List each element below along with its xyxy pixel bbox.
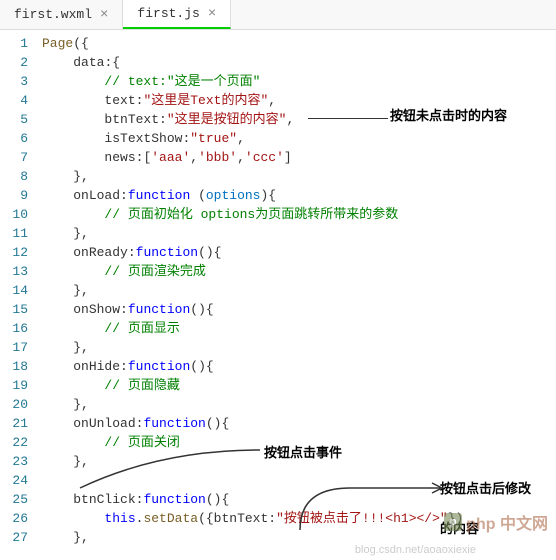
code-line[interactable]: Page({: [42, 34, 556, 53]
line-number: 27: [0, 528, 28, 547]
line-number: 10: [0, 205, 28, 224]
tab-label: first.wxml: [14, 7, 92, 22]
tab-bar: first.wxml × first.js ×: [0, 0, 556, 30]
watermark-logo: p php 中文网: [444, 510, 548, 534]
code-line[interactable]: data:{: [42, 53, 556, 72]
line-number: 9: [0, 186, 28, 205]
close-icon[interactable]: ×: [208, 6, 216, 22]
line-number: 17: [0, 338, 28, 357]
line-number: 6: [0, 129, 28, 148]
code-line[interactable]: onHide:function(){: [42, 357, 556, 376]
code-line[interactable]: // 页面渲染完成: [42, 262, 556, 281]
tab-js[interactable]: first.js ×: [123, 0, 231, 29]
code-line[interactable]: // 页面初始化 options为页面跳转所带来的参数: [42, 205, 556, 224]
line-gutter: 1234567891011121314151617181920212223242…: [0, 30, 42, 560]
code-line[interactable]: },: [42, 395, 556, 414]
line-number: 11: [0, 224, 28, 243]
code-line[interactable]: // text:"这是一个页面": [42, 72, 556, 91]
line-number: 13: [0, 262, 28, 281]
line-number: 15: [0, 300, 28, 319]
line-number: 12: [0, 243, 28, 262]
annotation-after-click-1: 按钮点击后修改: [440, 478, 531, 497]
line-number: 1: [0, 34, 28, 53]
line-number: 20: [0, 395, 28, 414]
code-line[interactable]: onShow:function(){: [42, 300, 556, 319]
code-line[interactable]: // 页面隐藏: [42, 376, 556, 395]
code-line[interactable]: isTextShow:"true",: [42, 129, 556, 148]
code-line[interactable]: },: [42, 224, 556, 243]
line-number: 18: [0, 357, 28, 376]
line-number: 16: [0, 319, 28, 338]
code-line[interactable]: onReady:function(){: [42, 243, 556, 262]
code-line[interactable]: onLoad:function (options){: [42, 186, 556, 205]
line-number: 14: [0, 281, 28, 300]
close-icon[interactable]: ×: [100, 7, 108, 23]
annotation-arrow: [290, 480, 450, 540]
code-line[interactable]: onUnload:function(){: [42, 414, 556, 433]
line-number: 25: [0, 490, 28, 509]
tab-wxml[interactable]: first.wxml ×: [0, 0, 123, 29]
line-number: 23: [0, 452, 28, 471]
code-line[interactable]: news:['aaa','bbb','ccc']: [42, 148, 556, 167]
code-line[interactable]: },: [42, 281, 556, 300]
line-number: 5: [0, 110, 28, 129]
line-number: 7: [0, 148, 28, 167]
code-line[interactable]: },: [42, 338, 556, 357]
annotation-line: [308, 118, 388, 119]
line-number: 24: [0, 471, 28, 490]
code-line[interactable]: },: [42, 167, 556, 186]
watermark-url: blog.csdn.net/aoaoxiexie: [355, 544, 476, 556]
line-number: 2: [0, 53, 28, 72]
line-number: 22: [0, 433, 28, 452]
line-number: 3: [0, 72, 28, 91]
annotation-click-event: 按钮点击事件: [264, 442, 342, 461]
line-number: 4: [0, 91, 28, 110]
line-number: 26: [0, 509, 28, 528]
line-number: 21: [0, 414, 28, 433]
line-number: 8: [0, 167, 28, 186]
line-number: 19: [0, 376, 28, 395]
tab-label: first.js: [137, 6, 199, 21]
code-line[interactable]: // 页面显示: [42, 319, 556, 338]
annotation-unclicked: 按钮未点击时的内容: [390, 105, 507, 124]
annotation-curve: [60, 440, 260, 500]
